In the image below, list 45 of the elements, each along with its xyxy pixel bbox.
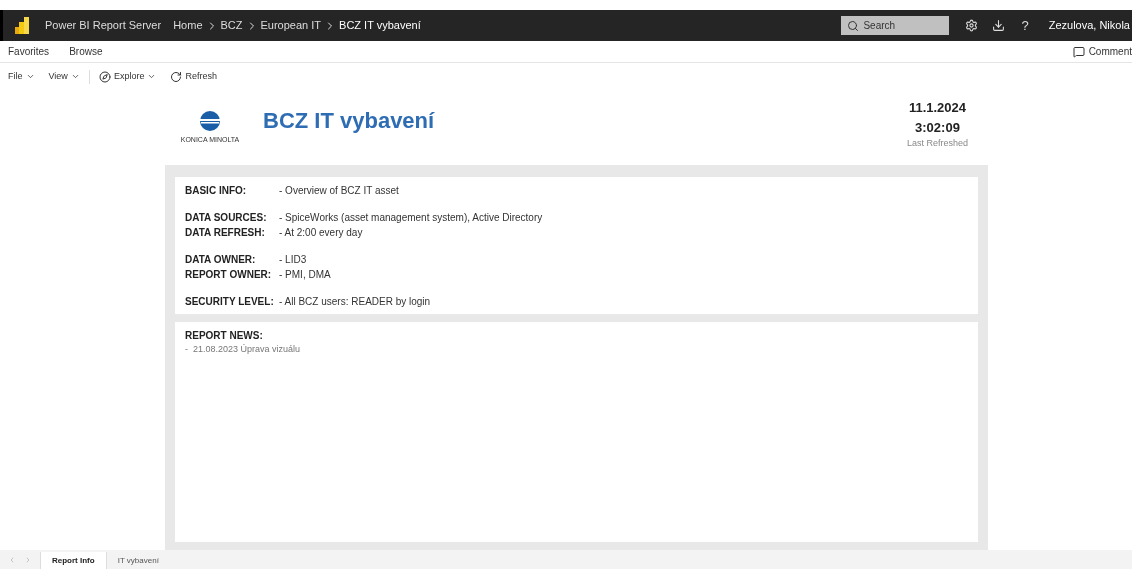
info-value: - LID3 (279, 253, 307, 267)
info-label: REPORT OWNER: (185, 268, 273, 282)
refresh-date: 11.1.2024 (908, 99, 967, 118)
settings-icon[interactable] (965, 19, 979, 32)
page-tab[interactable]: Report Info (40, 552, 107, 569)
news-title: REPORT NEWS: (185, 329, 264, 343)
nav-link[interactable]: Browse (69, 44, 103, 59)
search-icon (847, 20, 860, 32)
globe-logo-icon (199, 109, 221, 132)
download-icon[interactable] (992, 19, 1006, 32)
toolbar-button[interactable]: View (48, 69, 80, 84)
report-title: BCZ IT vybavení (263, 107, 435, 135)
comment-icon[interactable] (1072, 45, 1085, 58)
news-item: - 21.08.2023 Úprava vizuálu (185, 343, 302, 356)
breadcrumb-link[interactable]: European IT (260, 17, 322, 34)
breadcrumb-link[interactable]: Home (173, 17, 203, 34)
refresh-time: 3:02:09 (915, 118, 960, 137)
info-label: BASIC INFO: (185, 184, 248, 198)
chevron-down-icon (25, 72, 35, 81)
info-label: DATA REFRESH: (185, 226, 266, 240)
info-value: - PMI, DMA (279, 268, 331, 282)
page-tab[interactable]: IT vybavení (106, 552, 170, 569)
info-value: - At 2:00 every day (279, 226, 363, 240)
comments-link[interactable]: Comment (1088, 44, 1132, 59)
info-value: - All BCZ users: READER by login (279, 295, 431, 309)
info-label: DATA OWNER: (185, 253, 257, 267)
user-name[interactable]: Zezulova, Nikola (1048, 17, 1130, 34)
app-name[interactable]: Power BI Report Server (45, 17, 162, 34)
info-label: DATA SOURCES: (185, 211, 268, 225)
help-button[interactable]: ? (1021, 15, 1029, 36)
toolbar-button[interactable]: File (8, 69, 35, 84)
chevron-down-icon (70, 72, 80, 81)
info-label: SECURITY LEVEL: (185, 295, 275, 309)
search-field[interactable]: Search (841, 16, 950, 35)
bar-chart-logo-icon (15, 17, 29, 34)
nav-link[interactable]: Favorites (8, 44, 50, 59)
info-value: - Overview of BCZ IT asset (279, 184, 399, 198)
info-value: - SpiceWorks (asset management system), Active Directory (279, 211, 543, 225)
chevron-down-icon (147, 72, 157, 81)
explore-icon (98, 70, 111, 83)
refresh-icon (170, 70, 183, 83)
last-refreshed-label: Last Refreshed (906, 137, 968, 151)
breadcrumb-link[interactable]: BCZ (220, 17, 243, 34)
toolbar-button[interactable]: Explore (98, 69, 157, 84)
toolbar-button[interactable]: Refresh (170, 69, 217, 84)
